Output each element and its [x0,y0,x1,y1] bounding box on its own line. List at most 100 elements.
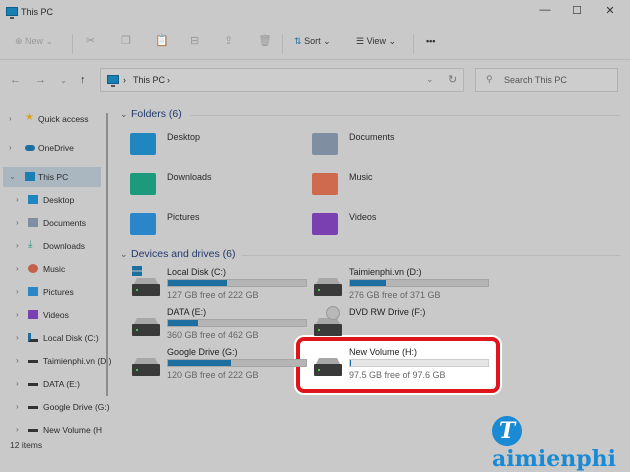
collapse-folders-icon[interactable]: ⌄ [120,109,128,120]
sidebar-item-desktop[interactable]: ›Desktop [12,190,112,210]
folder-label: Documents [349,132,395,142]
folder-item-documents[interactable]: Documents [312,131,472,159]
divider [72,34,73,54]
folder-item-music[interactable]: Music [312,171,472,199]
drive-item-new-volume-h[interactable]: New Volume (H:) 97.5 GB free of 97.6 GB [312,346,492,384]
copy-icon[interactable]: ❐ [121,34,131,47]
drive-usage-fill [350,280,386,286]
divider [242,255,620,256]
videos-folder-icon [312,213,338,235]
drive-item-local-disk-c[interactable]: Local Disk (C:) 127 GB free of 222 GB [130,266,310,304]
address-dropdown-icon[interactable]: ⌄ [426,74,434,85]
downloads-folder-icon [130,173,156,195]
command-bar: ⊕ New ⌄ ✂ ❐ 📋 ⊟ ⇪ 🗑 ⇅ Sort ⌄ ☰ View ⌄ ••… [0,26,630,60]
sidebar-item-label: Music [43,264,65,274]
sidebar-item-taimienphi-d[interactable]: ›Taimienphi.vn (D:) [12,351,112,371]
sidebar-item-videos[interactable]: ›Videos [12,305,112,325]
drive-free-space: 97.5 GB free of 97.6 GB [349,370,446,380]
folder-label: Desktop [167,132,200,142]
sidebar-item-this-pc[interactable]: ⌄This PC [3,167,101,187]
sidebar-scrollbar[interactable] [106,113,108,396]
cut-icon[interactable]: ✂ [86,34,95,47]
sidebar-item-label: New Volume (H:) [43,425,102,435]
navigation-pane: ›★Quick access ›OneDrive ⌄This PC ›Deskt… [0,104,106,434]
view-button[interactable]: ☰ View ⌄ [356,36,396,47]
drive-item-dvd-rw-drive-f[interactable]: DVD RW Drive (F:) [312,306,492,344]
star-icon: ★ [25,112,35,121]
rename-icon[interactable]: ⊟ [190,34,199,47]
search-placeholder: Search This PC [504,75,567,85]
hard-drive-icon [132,324,160,336]
back-button[interactable]: ← [10,74,21,86]
folder-item-downloads[interactable]: Downloads [130,171,290,199]
share-icon[interactable]: ⇪ [224,34,233,47]
sidebar-item-music[interactable]: ›Music [12,259,112,279]
drive-free-space: 120 GB free of 222 GB [167,370,259,380]
sidebar-item-local-disk-c[interactable]: ›Local Disk (C:) [12,328,112,348]
sidebar-item-quick-access[interactable]: ›★Quick access [5,109,105,129]
drive-item-google-drive-g[interactable]: Google Drive (G:) 120 GB free of 222 GB [130,346,310,384]
more-options-button[interactable]: ••• [426,36,435,46]
forward-button[interactable]: → [35,74,46,86]
minimize-button[interactable]: — [535,4,555,20]
new-button[interactable]: ⊕ New ⌄ [15,36,53,47]
sidebar-item-new-volume-h[interactable]: ›New Volume (H:) [12,420,102,440]
folder-item-pictures[interactable]: Pictures [130,211,290,239]
delete-icon[interactable]: 🗑 [258,34,272,47]
divider [190,115,620,116]
music-folder-icon [312,173,338,195]
sidebar-item-label: Desktop [43,195,74,205]
drive-usage-bar [167,359,307,367]
hard-drive-icon [132,364,160,376]
recent-locations-button[interactable]: ⌄ [60,76,67,85]
new-label: New [25,36,43,46]
pictures-icon [28,287,38,296]
documents-folder-icon [312,133,338,155]
sidebar-item-google-drive-g[interactable]: ›Google Drive (G:) [12,397,112,417]
sidebar-item-downloads[interactable]: ›⤓Downloads [12,236,112,256]
this-pc-icon [6,7,18,16]
dvd-drive-icon [314,324,342,336]
drive-free-space: 360 GB free of 462 GB [167,330,259,340]
drive-name: Google Drive (G:) [167,347,238,357]
paste-icon[interactable]: 📋 [155,34,169,47]
sort-label: Sort [304,36,321,46]
drives-header[interactable]: Devices and drives (6) [131,248,235,260]
breadcrumb-separator[interactable]: › [167,75,170,85]
sidebar-item-documents[interactable]: ›Documents [12,213,112,233]
desktop-icon [28,195,38,204]
sidebar-item-onedrive[interactable]: ›OneDrive [5,138,105,158]
up-button[interactable]: ↑ [80,74,86,86]
sidebar-item-data-e[interactable]: ›DATA (E:) [12,374,112,394]
status-item-count: 12 items [10,440,42,450]
window-title: This PC [21,7,53,17]
drive-usage-fill [168,360,231,366]
drive-item-taimienphi-vn-d[interactable]: Taimienphi.vn (D:) 276 GB free of 371 GB [312,266,492,304]
drive-usage-bar [167,279,307,287]
drive-name: New Volume (H:) [349,347,417,357]
sidebar-item-pictures[interactable]: ›Pictures [12,282,112,302]
collapse-drives-icon[interactable]: ⌄ [120,249,128,260]
system-drive-icon [28,333,38,342]
title-bar: This PC — ☐ ✕ [0,0,630,24]
this-pc-icon [107,75,119,84]
documents-icon [28,218,38,227]
maximize-button[interactable]: ☐ [567,4,587,20]
sidebar-item-label: Videos [43,310,69,320]
sort-button[interactable]: ⇅ Sort ⌄ [294,36,331,47]
folder-item-videos[interactable]: Videos [312,211,472,239]
view-icon: ☰ [356,36,364,46]
drive-item-data-e[interactable]: DATA (E:) 360 GB free of 462 GB [130,306,310,344]
breadcrumb-separator: › [123,75,126,85]
refresh-icon[interactable]: ↻ [448,73,457,86]
disc-icon [326,306,340,320]
address-bar[interactable]: › This PC › ⌄ ↻ [100,68,464,92]
close-button[interactable]: ✕ [600,4,620,20]
drive-usage-fill [168,280,227,286]
folders-header[interactable]: Folders (6) [131,108,182,120]
folder-item-desktop[interactable]: Desktop [130,131,290,159]
search-input[interactable]: ⚲ Search This PC [475,68,618,92]
drive-usage-bar [349,279,489,287]
breadcrumb-this-pc[interactable]: This PC [133,75,165,85]
drive-name: DVD RW Drive (F:) [349,307,425,317]
